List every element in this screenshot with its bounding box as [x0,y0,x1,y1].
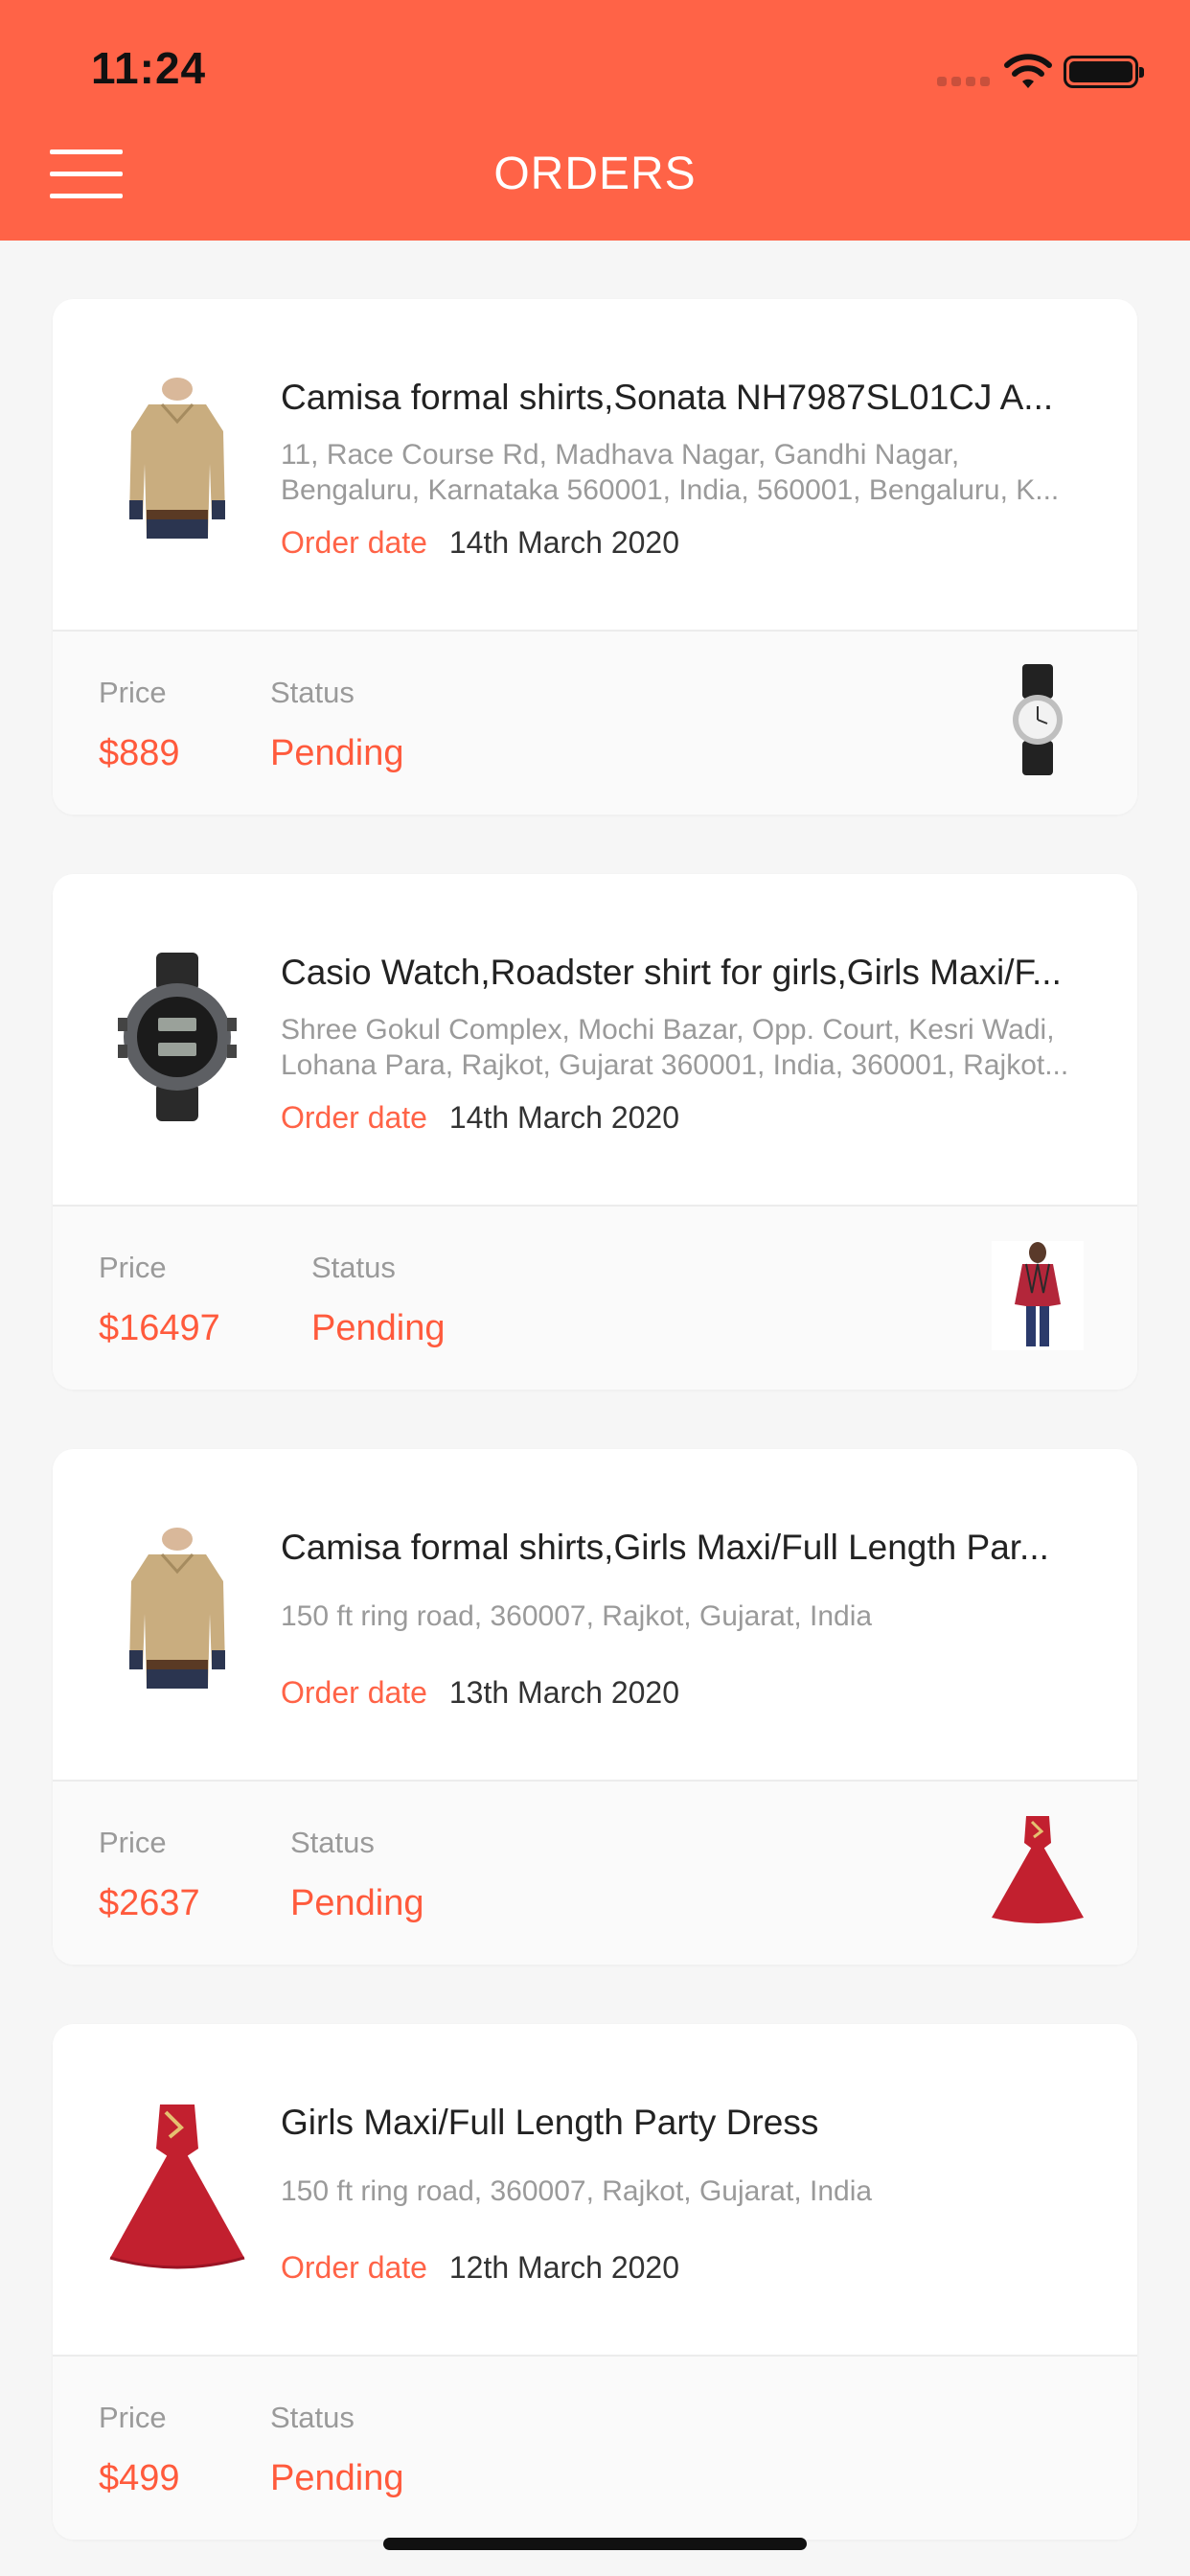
shirt-icon [129,1528,225,1689]
price-value: $889 [99,733,180,773]
order-address: Shree Gokul Complex, Mochi Bazar, Opp. C… [281,1012,1107,1083]
order-date-value: 12th March 2020 [448,2250,680,2285]
price-label: Price [99,1826,167,1859]
status-bar-time: 11:24 [91,43,207,93]
order-date-row: Order date 12th March 2020 [281,2250,679,2286]
status-badge: Pending [311,1308,446,1348]
address-line: 11, Race Course Rd, Madhava Nagar, Gandh… [281,439,960,471]
order-card[interactable]: Camisa formal shirts,Girls Maxi/Full Len… [53,1449,1137,1965]
order-card[interactable]: Girls Maxi/Full Length Party Dress 150 f… [53,2024,1137,2540]
order-date-row: Order date 13th March 2020 [281,1675,679,1711]
price-value: $2637 [99,1883,200,1923]
order-date-label: Order date [281,1675,427,1710]
order-date-value: 14th March 2020 [448,525,680,560]
order-date-row: Order date 14th March 2020 [281,1100,679,1136]
status-label: Status [270,2401,355,2434]
home-indicator[interactable] [383,2538,807,2550]
status-label: Status [311,1251,396,1284]
page-title: ORDERS [493,149,697,199]
address-line: Shree Gokul Complex, Mochi Bazar, Opp. C… [281,1014,1055,1046]
status-badge: Pending [270,733,404,773]
address-line: Bengaluru, Karnataka 560001, India, 5600… [281,474,1060,506]
battery-icon [1064,56,1144,88]
price-value: $499 [99,2458,180,2498]
girl-shirt-icon [992,1241,1084,1350]
order-date-label: Order date [281,1100,427,1135]
status-badge: Pending [270,2458,404,2498]
order-date-value: 14th March 2020 [448,1100,680,1135]
address-line: 150 ft ring road, 360007, Rajkot, Gujara… [281,2175,873,2207]
order-date-row: Order date 14th March 2020 [281,525,679,561]
status-label: Status [270,676,355,709]
price-label: Price [99,676,167,709]
status-label: Status [290,1826,375,1859]
order-date-label: Order date [281,2250,427,2285]
cellular-signal-icon [937,77,991,88]
shirt-icon [129,378,225,539]
address-line: Lohana Para, Rajkot, Gujarat 360001, Ind… [281,1049,1069,1081]
order-address: 150 ft ring road, 360007, Rajkot, Gujara… [281,1598,1107,1634]
price-value: $16497 [99,1308,220,1348]
order-card[interactable]: Camisa formal shirts,Sonata NH7987SL01CJ… [53,299,1137,815]
order-title: Camisa formal shirts,Girls Maxi/Full Len… [281,1528,1049,1567]
status-badge: Pending [290,1883,424,1923]
price-label: Price [99,1251,167,1284]
order-title: Casio Watch,Roadster shirt for girls,Gir… [281,953,1062,992]
order-date-label: Order date [281,525,427,560]
address-line: 150 ft ring road, 360007, Rajkot, Gujara… [281,1600,873,1632]
price-label: Price [99,2401,167,2434]
dress-icon [109,2104,245,2269]
app-header: 11:24 ORDERS [0,0,1190,241]
watch-icon [118,953,237,1121]
order-address: 11, Race Course Rd, Madhava Nagar, Gandh… [281,437,1107,508]
watch-icon [1013,664,1063,775]
order-title: Girls Maxi/Full Length Party Dress [281,2103,819,2142]
order-date-value: 13th March 2020 [448,1675,680,1710]
order-title: Camisa formal shirts,Sonata NH7987SL01CJ… [281,378,1054,417]
wifi-icon [1004,54,1052,88]
dress-icon [992,1816,1084,1923]
order-card[interactable]: Casio Watch,Roadster shirt for girls,Gir… [53,874,1137,1390]
order-address: 150 ft ring road, 360007, Rajkot, Gujara… [281,2174,1107,2209]
